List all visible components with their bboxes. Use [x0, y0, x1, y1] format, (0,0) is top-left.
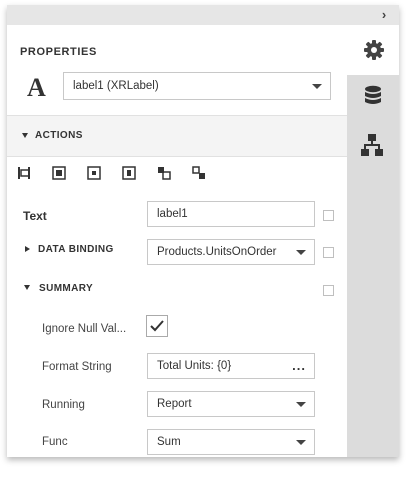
properties-panel: › PROPERTIES A label1 (XRLabel) ACTIONS … [7, 5, 399, 457]
chevron-down-icon [312, 84, 322, 89]
func-value: Sum [157, 436, 181, 448]
running-value: Report [157, 398, 192, 410]
ignore-null-values-checkbox[interactable] [146, 315, 168, 337]
format-string-input[interactable]: Total Units: {0} ... [147, 353, 315, 379]
ellipsis-button[interactable]: ... [292, 354, 306, 378]
chevron-right-icon[interactable]: › [377, 8, 391, 22]
summary-label[interactable]: SUMMARY [39, 283, 93, 294]
properties-content: PROPERTIES A label1 (XRLabel) ACTIONS Te… [7, 25, 347, 457]
expand-toggle-icon [22, 133, 28, 138]
tab-field-list[interactable] [347, 79, 399, 119]
text-value: label1 [157, 208, 188, 220]
running-combobox[interactable]: Report [147, 391, 315, 417]
panel-title: PROPERTIES [20, 46, 97, 58]
tab-properties[interactable] [347, 25, 399, 75]
func-label: Func [42, 436, 68, 448]
data-binding-value: Products.UnitsOnOrder [157, 246, 277, 258]
actions-label: ACTIONS [35, 130, 83, 141]
hierarchy-icon [361, 134, 383, 156]
divider [7, 156, 347, 157]
chevron-down-icon [296, 440, 306, 445]
func-combobox[interactable]: Sum [147, 429, 315, 455]
data-binding-checkbox[interactable] [323, 247, 334, 258]
ignore-null-values-label: Ignore Null Val... [42, 323, 127, 335]
format-string-label: Format String [42, 361, 112, 373]
database-icon [365, 85, 381, 104]
data-binding-combobox[interactable]: Products.UnitsOnOrder [147, 239, 315, 265]
gear-icon [364, 40, 384, 60]
align-center-icon[interactable] [52, 166, 66, 180]
text-input[interactable]: label1 [147, 201, 315, 227]
align-right-icon[interactable] [122, 166, 136, 180]
chevron-down-icon [296, 250, 306, 255]
expand-toggle-icon[interactable] [25, 246, 30, 252]
text-label: Text [23, 209, 47, 223]
bring-to-front-icon[interactable] [157, 166, 171, 180]
selected-control-combobox[interactable]: label1 (XRLabel) [63, 72, 331, 100]
align-middle-icon[interactable] [87, 166, 101, 180]
panel-topbar: › [7, 5, 399, 25]
expand-toggle-icon[interactable] [24, 285, 30, 290]
selected-control-value: label1 (XRLabel) [73, 80, 159, 92]
actions-section-header[interactable]: ACTIONS [7, 116, 347, 156]
summary-checkbox[interactable] [323, 285, 334, 296]
format-string-value: Total Units: {0} [157, 360, 232, 372]
tab-report-explorer[interactable] [347, 127, 399, 167]
chevron-down-icon [296, 402, 306, 407]
running-label: Running [42, 399, 85, 411]
checkmark-icon [150, 320, 164, 332]
text-property-checkbox[interactable] [323, 210, 334, 221]
data-binding-label[interactable]: DATA BINDING [38, 244, 114, 255]
align-left-icon[interactable] [17, 166, 31, 180]
send-to-back-icon[interactable] [192, 166, 206, 180]
control-type-icon: A [27, 73, 46, 102]
